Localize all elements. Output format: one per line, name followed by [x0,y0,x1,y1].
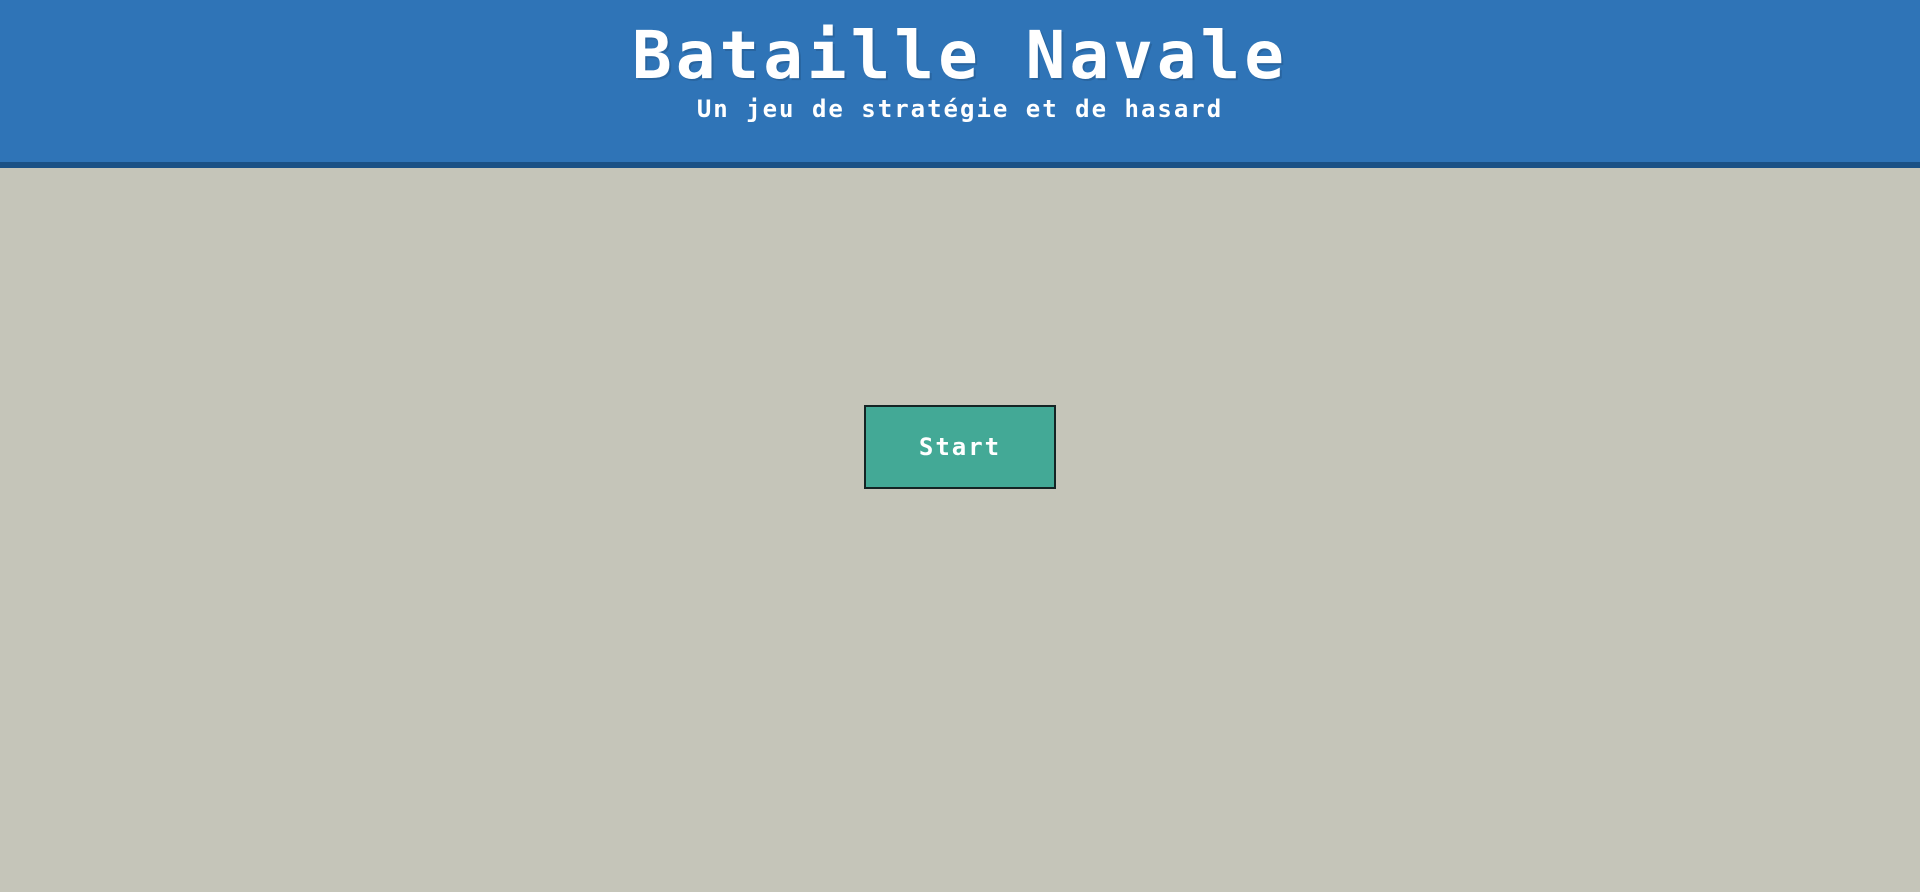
start-button[interactable]: Start [864,405,1056,489]
game-title: Bataille Navale [631,17,1289,94]
game-subtitle: Un jeu de stratégie et de hasard [696,95,1224,123]
page-header: Bataille Navale Un jeu de stratégie et d… [0,0,1920,168]
